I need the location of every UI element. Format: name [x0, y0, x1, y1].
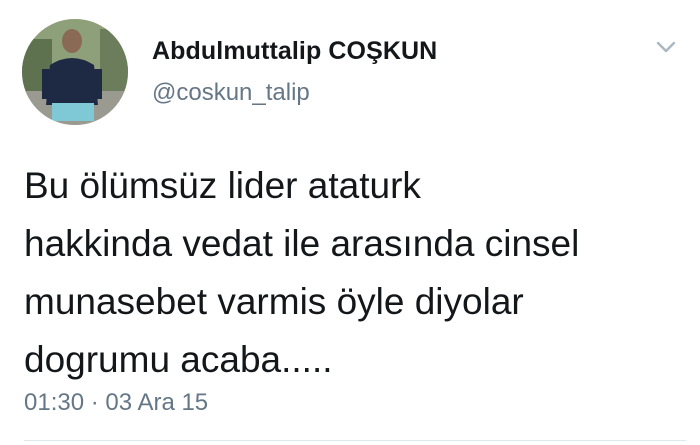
tweet-card: Abdulmuttalip COŞKUN @coskun_talip Bu öl…	[0, 0, 700, 445]
author-handle[interactable]: @coskun_talip	[152, 79, 310, 107]
author-display-name[interactable]: Abdulmuttalip COŞKUN	[152, 37, 437, 66]
meta-separator: ·	[90, 389, 99, 416]
avatar[interactable]	[22, 19, 128, 125]
chevron-down-icon[interactable]	[654, 38, 678, 56]
profile-photo-icon	[22, 19, 128, 125]
tweet-text: Bu ölümsüz lider ataturk hakkinda vedat …	[24, 165, 580, 380]
divider	[24, 440, 686, 441]
tweet-timestamp[interactable]: 01:30 · 03 Ara 15	[24, 389, 208, 417]
tweet-date: 03 Ara 15	[105, 389, 209, 416]
tweet-time: 01:30	[24, 389, 85, 416]
